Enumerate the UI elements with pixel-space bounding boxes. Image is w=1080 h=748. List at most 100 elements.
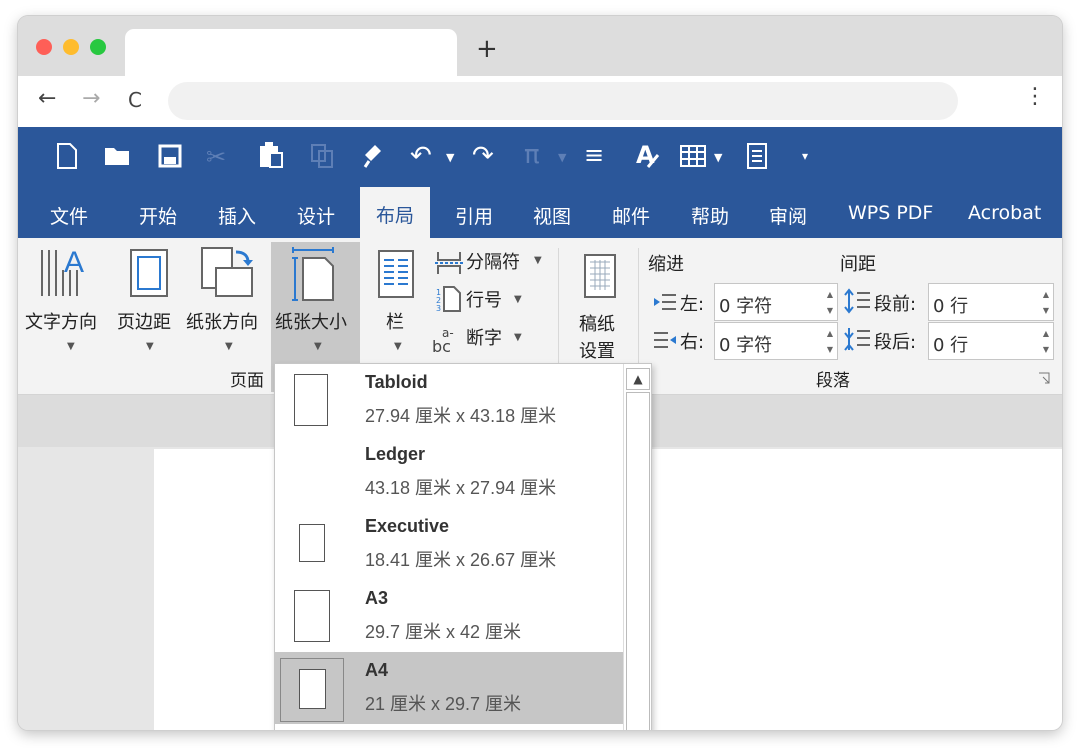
scrollbar-track[interactable]: [626, 392, 650, 730]
spin-up-icon[interactable]: ▲: [827, 290, 833, 299]
undo-icon[interactable]: ↶: [410, 141, 432, 171]
address-bar[interactable]: [168, 82, 958, 120]
tab-home[interactable]: 开始: [139, 202, 177, 229]
format-painter-icon[interactable]: [362, 143, 386, 169]
indent-right-field[interactable]: 0 字符 ▲ ▼: [714, 322, 838, 360]
close-window-icon[interactable]: [36, 39, 52, 55]
new-tab-button[interactable]: +: [476, 34, 498, 64]
text-direction-button[interactable]: 文字方向: [25, 308, 97, 334]
table-dropdown-icon[interactable]: ▼: [714, 151, 722, 164]
tab-mailings[interactable]: 邮件: [612, 202, 650, 229]
spin-up-icon[interactable]: ▲: [827, 329, 833, 338]
undo-dropdown-icon[interactable]: ▼: [446, 151, 454, 164]
spin-down-icon[interactable]: ▼: [1043, 306, 1049, 315]
paper-size-name: Executive: [365, 516, 450, 536]
page-view-icon[interactable]: [746, 142, 768, 170]
forward-icon[interactable]: →: [82, 86, 100, 111]
paper-size-option-tabloid[interactable]: Tabloid 27.94 厘米 x 43.18 厘米: [275, 364, 623, 436]
portrait-page-icon: [294, 590, 330, 642]
browser-titlebar: +: [18, 16, 1062, 76]
svg-text:A: A: [64, 246, 84, 279]
spin-up-icon[interactable]: ▲: [1043, 290, 1049, 299]
paper-size-dimensions: 29.7 厘米 x 42 厘米: [365, 622, 522, 642]
paper-size-option-a4[interactable]: A4 21 厘米 x 29.7 厘米: [275, 652, 623, 724]
paper-size-option-ledger[interactable]: Ledger 43.18 厘米 x 27.94 厘米: [275, 436, 623, 508]
indent-right-label: 右:: [680, 332, 705, 353]
table-icon[interactable]: [680, 145, 706, 167]
equation-dropdown-icon: ▼: [558, 151, 567, 164]
line-numbers-dropdown-icon[interactable]: ▼: [514, 294, 522, 305]
maximize-window-icon[interactable]: [90, 39, 106, 55]
spacing-before-field[interactable]: 0 行 ▲ ▼: [928, 283, 1054, 321]
paper-size-dimensions: 27.94 厘米 x 43.18 厘米: [365, 406, 557, 426]
tab-view[interactable]: 视图: [533, 202, 571, 229]
browser-tab[interactable]: [125, 29, 457, 76]
hyphenation-icon: a- bc: [432, 326, 454, 354]
spin-down-icon[interactable]: ▼: [827, 345, 833, 354]
indent-right-icon: [654, 332, 676, 348]
tab-layout[interactable]: 布局: [360, 187, 431, 238]
paper-size-option-a3[interactable]: A3 29.7 厘米 x 42 厘米: [275, 580, 623, 652]
group-divider: [558, 248, 559, 380]
new-document-icon[interactable]: [56, 143, 78, 169]
minimize-window-icon[interactable]: [63, 39, 79, 55]
paragraph-settings-launcher-icon[interactable]: [1038, 372, 1050, 384]
group-divider: [638, 248, 639, 380]
draft-paper-label-line1[interactable]: 稿纸: [579, 310, 615, 336]
reload-icon[interactable]: C: [128, 88, 142, 112]
hyphenation-button[interactable]: 断字: [466, 324, 502, 350]
tab-help[interactable]: 帮助: [691, 202, 729, 229]
text-direction-dropdown-icon[interactable]: ▼: [67, 341, 75, 352]
paste-icon[interactable]: [258, 141, 284, 169]
align-center-icon[interactable]: ≡: [584, 141, 604, 169]
browser-menu-icon[interactable]: ⋮: [1024, 84, 1046, 109]
paper-size-dimensions: 21 厘米 x 29.7 厘米: [365, 694, 522, 714]
paper-size-dropdown-icon[interactable]: ▼: [314, 341, 322, 352]
tab-design[interactable]: 设计: [297, 202, 335, 229]
paper-size-dimensions: 18.41 厘米 x 26.67 厘米: [365, 550, 557, 570]
text-direction-icon: A: [41, 246, 84, 296]
breaks-icon: [435, 252, 463, 274]
draft-paper-label-line2[interactable]: 设置: [579, 337, 615, 363]
line-numbers-button[interactable]: 行号: [466, 286, 502, 312]
paper-size-option-executive[interactable]: Executive 18.41 厘米 x 26.67 厘米: [275, 508, 623, 580]
spacing-after-icon: [844, 328, 870, 351]
spacing-after-field[interactable]: 0 行 ▲ ▼: [928, 322, 1054, 360]
back-icon[interactable]: ←: [38, 86, 56, 111]
tab-insert[interactable]: 插入: [218, 202, 256, 229]
spacing-before-icon: [844, 288, 870, 314]
tab-wps-pdf[interactable]: WPS PDF: [848, 202, 933, 224]
tab-file[interactable]: 文件: [50, 202, 88, 229]
scroll-up-icon[interactable]: ▲: [626, 368, 650, 390]
spacing-after-value: 0 行: [933, 335, 969, 356]
columns-button[interactable]: 栏: [386, 308, 404, 334]
svg-text:A: A: [636, 141, 655, 169]
paper-size-button[interactable]: 纸张大小: [275, 308, 347, 334]
columns-dropdown-icon[interactable]: ▼: [394, 341, 402, 352]
hyphenation-dropdown-icon[interactable]: ▼: [514, 332, 522, 343]
tab-references[interactable]: 引用: [455, 202, 493, 229]
tab-review[interactable]: 审阅: [769, 202, 807, 229]
save-icon[interactable]: [158, 144, 182, 168]
paper-size-dimensions: 43.18 厘米 x 27.94 厘米: [365, 478, 557, 498]
margins-dropdown-icon[interactable]: ▼: [146, 341, 154, 352]
indent-left-value: 0 字符: [719, 296, 773, 317]
orientation-button[interactable]: 纸张方向: [186, 308, 258, 334]
breaks-button[interactable]: 分隔符: [466, 248, 520, 274]
orientation-dropdown-icon[interactable]: ▼: [225, 341, 233, 352]
equation-icon: π: [524, 140, 540, 170]
paper-size-dropdown: Tabloid 27.94 厘米 x 43.18 厘米 Ledger 43.18…: [274, 363, 652, 730]
tab-acrobat[interactable]: Acrobat: [968, 202, 1041, 224]
paper-size-name: Tabloid: [365, 372, 428, 392]
breaks-dropdown-icon[interactable]: ▼: [534, 255, 542, 266]
redo-icon[interactable]: ↷: [472, 141, 494, 171]
indent-left-field[interactable]: 0 字符 ▲ ▼: [714, 283, 838, 321]
spin-down-icon[interactable]: ▼: [1043, 345, 1049, 354]
open-folder-icon[interactable]: [104, 145, 132, 167]
spin-up-icon[interactable]: ▲: [1043, 329, 1049, 338]
margins-button[interactable]: 页边距: [117, 308, 171, 334]
dropdown-scrollbar[interactable]: ▲: [623, 364, 651, 730]
text-effects-icon[interactable]: A: [634, 141, 660, 169]
customize-toolbar-icon[interactable]: ▾: [802, 149, 808, 163]
spin-down-icon[interactable]: ▼: [827, 306, 833, 315]
